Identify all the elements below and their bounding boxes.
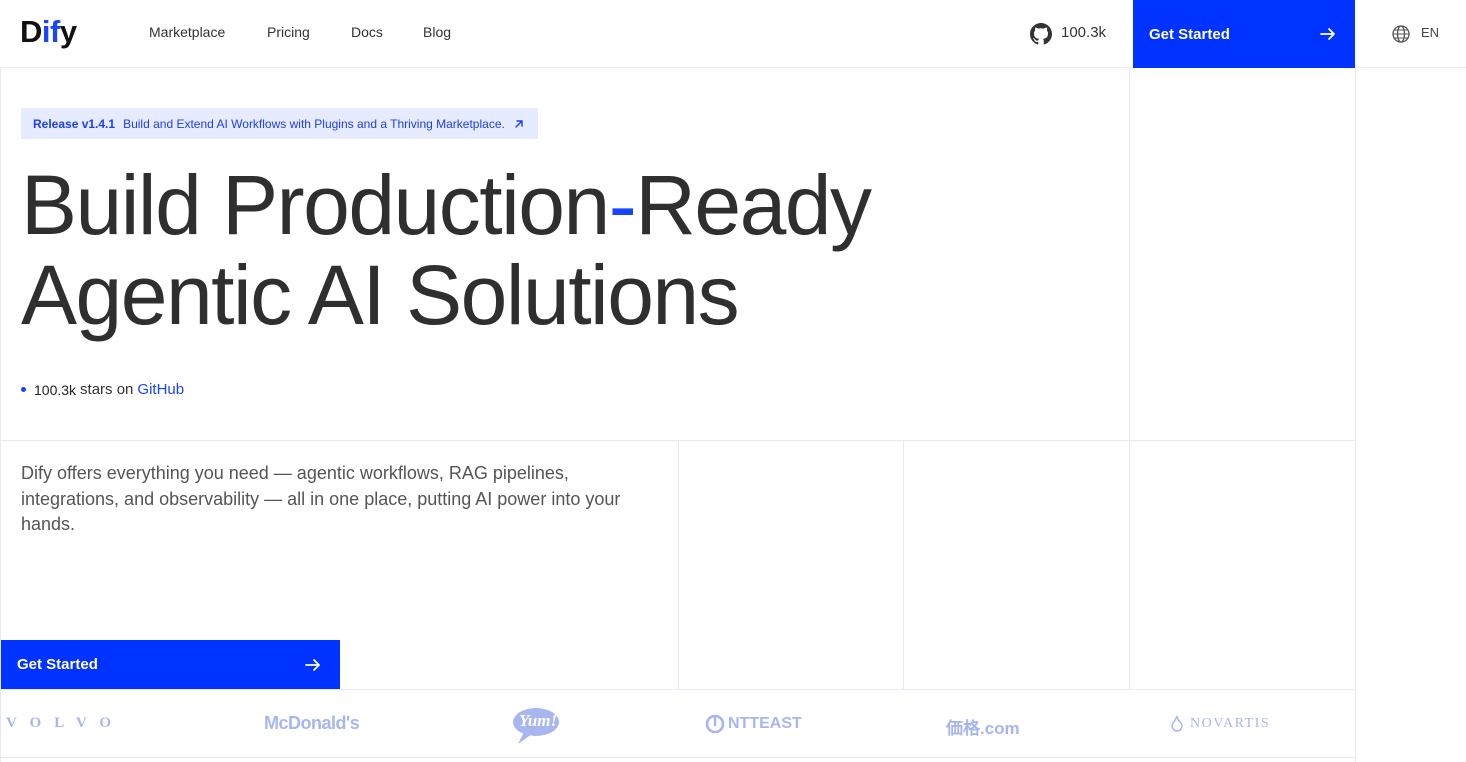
release-version: Release v1.4.1: [33, 116, 116, 131]
arrow-up-right-icon: [515, 119, 523, 128]
github-stars-text: stars on: [80, 381, 134, 398]
bullet-dot: [21, 387, 26, 392]
grid-line: [1129, 68, 1130, 690]
hero-headline: Build Production-Ready Agentic AI Soluti…: [21, 158, 872, 342]
novartis-text: NOVARTIS: [1190, 716, 1271, 731]
novartis-logo: NOVARTIS: [1170, 715, 1270, 733]
grid-line: [903, 441, 904, 690]
nav-pricing[interactable]: Pricing: [267, 24, 310, 40]
grid-line: [1355, 68, 1356, 762]
nav-docs[interactable]: Docs: [351, 24, 383, 40]
get-started-label: Get Started: [17, 656, 98, 673]
release-text: Build and Extend AI Workflows with Plugi…: [123, 116, 505, 131]
yum-logo-text: Yum!: [519, 711, 558, 730]
grid-line: [0, 689, 1356, 690]
site-header: Dify Marketplace Pricing Docs Blog 100.3…: [0, 0, 1466, 68]
dify-logo[interactable]: Dify: [20, 14, 77, 50]
release-banner[interactable]: Release v1.4.1 Build and Extend AI Workf…: [21, 108, 538, 139]
header-get-started-button[interactable]: Get Started: [1133, 0, 1355, 68]
yum-logo: Yum!: [512, 706, 560, 746]
arrow-right-icon: [305, 658, 320, 671]
volvo-logo: VOLVO: [6, 715, 125, 731]
kakaku-logo: 価格.com: [946, 719, 1020, 738]
hero-description: Dify offers everything you need — agenti…: [21, 463, 621, 534]
header-get-started-label: Get Started: [1149, 25, 1230, 43]
github-stars-count: 100.3k: [34, 381, 77, 398]
globe-icon[interactable]: [1391, 24, 1411, 44]
get-started-button[interactable]: Get Started: [1, 640, 340, 689]
github-star-count[interactable]: 100.3k: [1061, 24, 1106, 41]
ntt-east-text: NTTEAST: [728, 715, 802, 732]
grid-line: [678, 441, 679, 690]
arrow-right-icon: [1320, 28, 1335, 40]
github-icon[interactable]: [1030, 23, 1052, 45]
ntt-mark-icon: [705, 714, 725, 734]
grid-line: [0, 757, 1356, 758]
ntt-east-logo: NTTEAST: [705, 714, 802, 734]
mcdonalds-logo: McDonald's: [264, 713, 360, 733]
novartis-flame-icon: [1171, 715, 1183, 732]
nav-marketplace[interactable]: Marketplace: [149, 24, 225, 40]
github-stars-line: 100.3k stars on GitHub: [21, 381, 184, 398]
nav-blog[interactable]: Blog: [423, 24, 451, 40]
language-selector[interactable]: EN: [1421, 25, 1439, 40]
github-link[interactable]: GitHub: [137, 381, 184, 398]
